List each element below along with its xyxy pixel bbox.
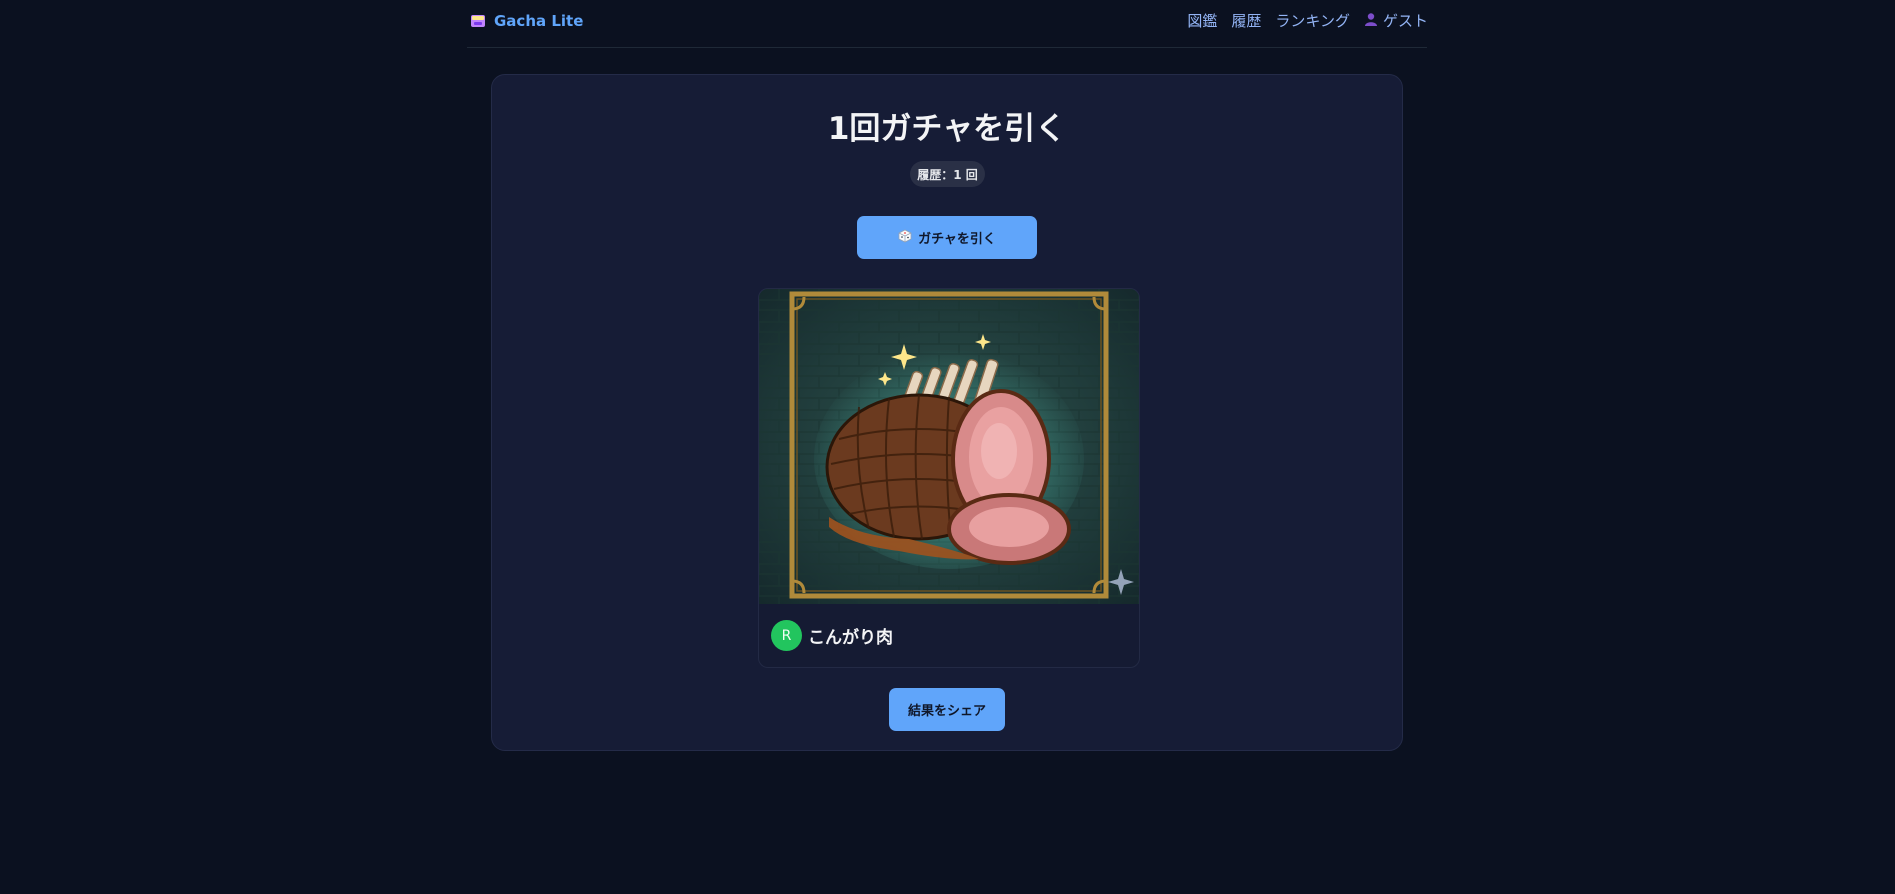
page-title: 1回ガチャを引く: [827, 111, 1067, 147]
rarity-badge: R: [771, 620, 802, 651]
history-count-badge: 履歴：1 回: [910, 161, 985, 187]
gacha-machine-icon: [470, 14, 486, 28]
result-card: R こんがり肉: [758, 288, 1140, 668]
dice-icon: [898, 229, 912, 247]
nav-link-catalog[interactable]: 図鑑: [1187, 10, 1217, 31]
brand-name: Gacha Lite: [494, 11, 584, 30]
item-illustration: [759, 289, 1139, 604]
nav-link-history[interactable]: 履歴: [1231, 10, 1261, 31]
main-nav: 図鑑 履歴 ランキング ゲスト: [1187, 10, 1428, 31]
draw-gacha-button[interactable]: ガチャを引く: [857, 216, 1037, 259]
item-name: こんがり肉: [808, 628, 893, 648]
nav-link-user[interactable]: ゲスト: [1364, 10, 1428, 31]
result-card-footer: R こんがり肉: [759, 604, 1139, 667]
user-name: ゲスト: [1382, 12, 1428, 30]
brand-link[interactable]: Gacha Lite: [470, 12, 583, 30]
gacha-panel: 1回ガチャを引く 履歴：1 回 ガチャを引く R こんがり肉 結果をシェア: [491, 74, 1403, 751]
share-result-button[interactable]: 結果をシェア: [889, 688, 1005, 731]
user-silhouette-icon: [1364, 12, 1378, 30]
draw-gacha-label: ガチャを引く: [918, 232, 996, 247]
top-navigation-bar: Gacha Lite 図鑑 履歴 ランキング ゲスト: [467, 0, 1428, 48]
nav-link-ranking[interactable]: ランキング: [1275, 10, 1350, 31]
